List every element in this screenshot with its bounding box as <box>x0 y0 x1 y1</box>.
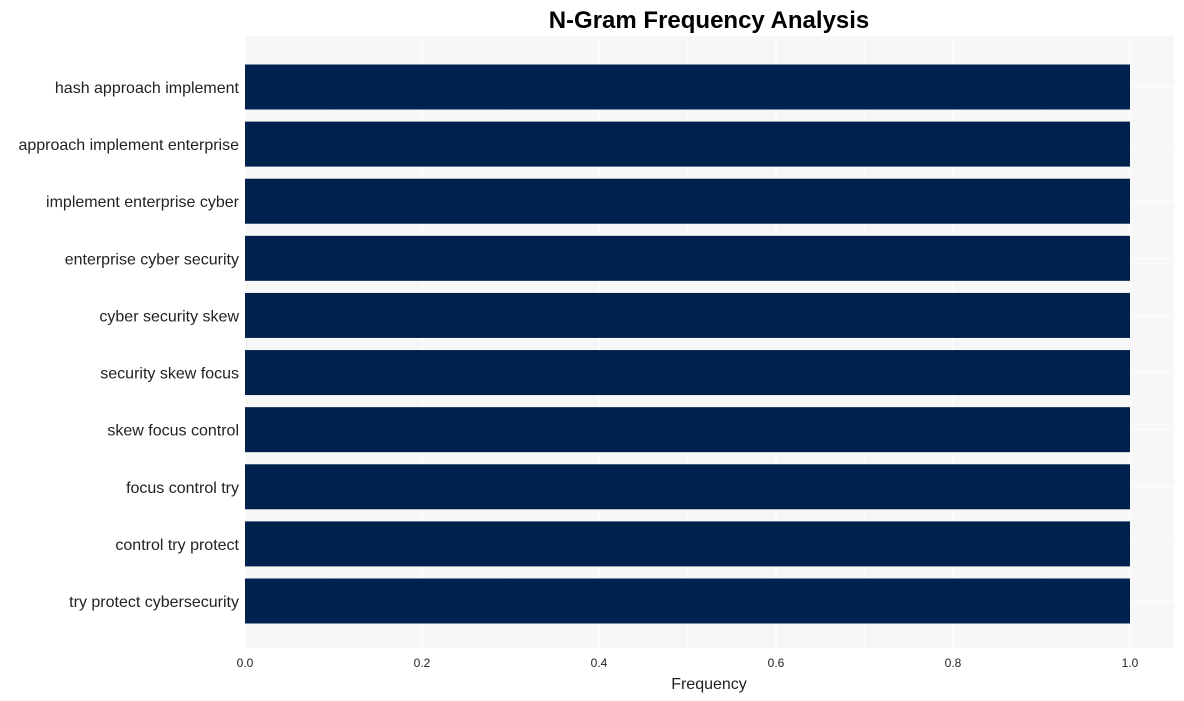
y-tick-label: hash approach implement <box>55 80 240 97</box>
y-tick-label: try protect cybersecurity <box>69 594 239 611</box>
y-tick-label: focus control try <box>126 480 239 497</box>
x-tick-label: 1.0 <box>1122 656 1139 670</box>
bar-hash-approach-implement <box>245 64 1130 110</box>
y-tick-label: enterprise cyber security <box>65 251 239 268</box>
bar-approach-implement-enterprise <box>245 121 1130 167</box>
bar-enterprise-cyber-security <box>245 235 1130 281</box>
bar-security-skew-focus <box>245 350 1130 396</box>
bar-control-try-protect <box>245 521 1130 567</box>
x-tick-label: 0.0 <box>237 656 254 670</box>
ngram-bar-chart: N-Gram Frequency Analysis hash approach … <box>18 7 1174 693</box>
x-tick-label: 0.8 <box>945 656 962 670</box>
bar-implement-enterprise-cyber <box>245 178 1130 224</box>
bar-focus-control-try <box>245 464 1130 510</box>
bar-skew-focus-control <box>245 407 1130 453</box>
y-tick-label: control try protect <box>115 537 239 554</box>
bar-cyber-security-skew <box>245 292 1130 338</box>
y-tick-label: skew focus control <box>107 423 239 440</box>
x-tick-label: 0.4 <box>591 656 608 670</box>
bar-try-protect-cybersecurity <box>245 578 1130 624</box>
chart-title: N-Gram Frequency Analysis <box>549 7 870 34</box>
y-tick-label: security skew focus <box>100 366 239 383</box>
x-axis-ticks: 0.0 0.2 0.4 0.6 0.8 1.0 <box>237 656 1139 670</box>
y-tick-label: implement enterprise cyber <box>46 194 240 211</box>
x-tick-label: 0.6 <box>768 656 785 670</box>
x-axis-label: Frequency <box>671 676 747 693</box>
y-tick-label: cyber security skew <box>99 308 239 325</box>
y-axis-labels: hash approach implement approach implemen… <box>18 80 239 611</box>
y-tick-label: approach implement enterprise <box>18 137 239 154</box>
x-tick-label: 0.2 <box>414 656 431 670</box>
